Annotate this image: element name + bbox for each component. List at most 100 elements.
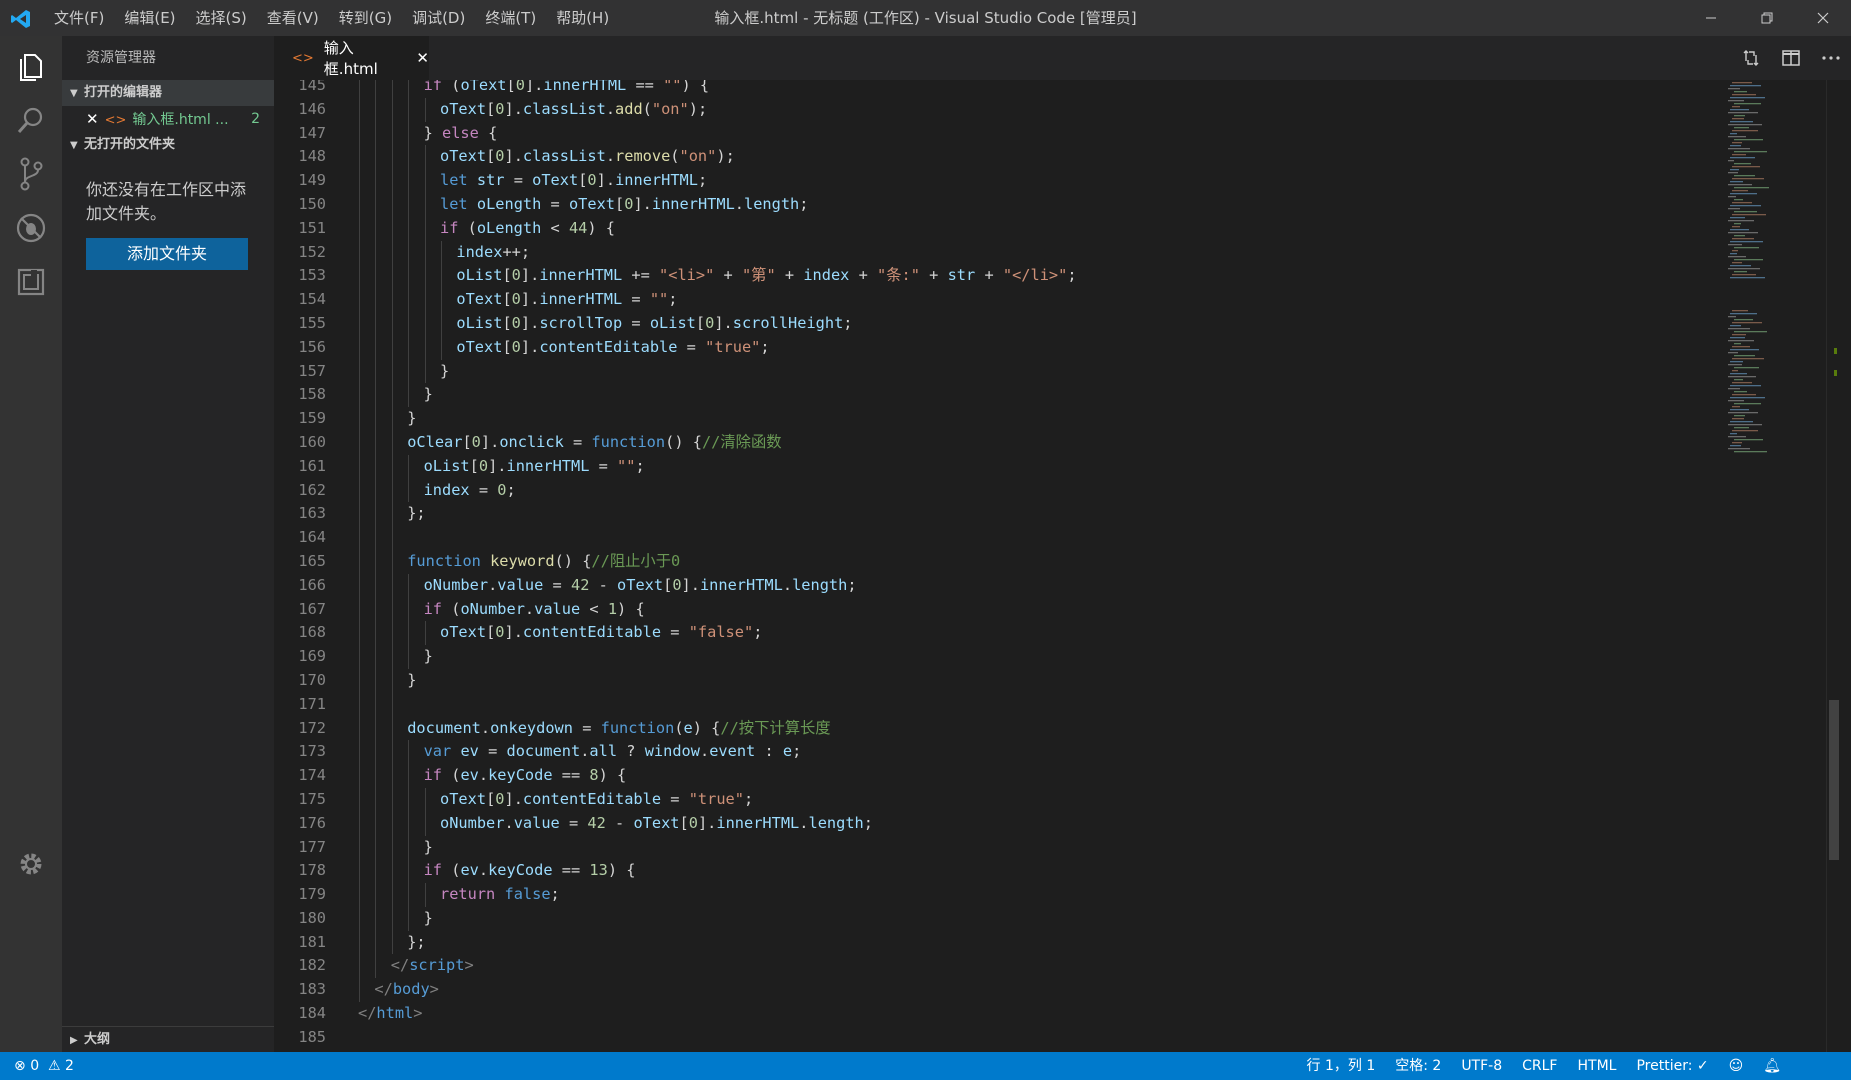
line-number: 147 bbox=[298, 123, 326, 142]
minimap-line bbox=[1734, 367, 1759, 369]
minimap-line bbox=[1730, 409, 1749, 411]
settings-gear-icon[interactable] bbox=[0, 834, 62, 894]
warning-icon: ⚠ bbox=[48, 1058, 61, 1074]
indent-guide bbox=[391, 478, 393, 503]
menu-debug[interactable]: 调试(D) bbox=[402, 0, 475, 36]
indent-guide bbox=[375, 692, 377, 717]
more-actions-icon[interactable] bbox=[1811, 36, 1851, 80]
indent-guide bbox=[391, 692, 393, 717]
chevron-right-icon: ▶ bbox=[70, 1035, 78, 1046]
tab-active-file[interactable]: <> 输入框.html ✕ bbox=[274, 36, 429, 80]
minimap-line bbox=[1730, 349, 1759, 351]
minimap-line bbox=[1728, 172, 1738, 174]
code-editor[interactable]: 145 if (oText[0].innerHTML == "") {146 oTe… bbox=[274, 80, 1851, 1052]
indentation[interactable]: 空格: 2 bbox=[1395, 1052, 1441, 1080]
indent-guide bbox=[424, 145, 426, 170]
indent-guide bbox=[375, 311, 377, 336]
minimap-line bbox=[1734, 175, 1755, 177]
open-editor-item[interactable]: ✕ <> 输入框.html ... 2 bbox=[62, 106, 274, 132]
indent-guide bbox=[375, 478, 377, 503]
scrollbar-thumb[interactable] bbox=[1829, 700, 1839, 860]
indent-guide bbox=[375, 526, 377, 550]
problem-count-badge: 2 bbox=[251, 111, 260, 127]
menu-terminal[interactable]: 终端(T) bbox=[475, 0, 546, 36]
minimap-line bbox=[1732, 130, 1758, 132]
code-line: 179 return false; bbox=[274, 883, 560, 907]
tab-label: 输入框.html bbox=[323, 39, 378, 78]
code-text: if (oLength < 44) { bbox=[440, 218, 616, 237]
minimap-line bbox=[1728, 256, 1746, 258]
minimize-button[interactable] bbox=[1683, 0, 1739, 36]
line-number: 172 bbox=[298, 718, 326, 737]
code-line: 174 if (ev.keyCode == 8) { bbox=[274, 764, 626, 788]
restore-button[interactable] bbox=[1739, 0, 1795, 36]
line-number: 180 bbox=[298, 908, 326, 927]
code-text: } else { bbox=[423, 123, 498, 142]
indent-guide bbox=[441, 311, 442, 336]
outline-label: 大纲 bbox=[84, 1032, 111, 1047]
indent-guide bbox=[359, 645, 360, 669]
encoding[interactable]: UTF-8 bbox=[1461, 1052, 1502, 1080]
line-ending[interactable]: CRLF bbox=[1522, 1052, 1557, 1080]
code-line: 175 oText[0].contentEditable = "true"; bbox=[274, 787, 753, 812]
code-text: function keyword() {//阻止小于0 bbox=[407, 551, 681, 570]
menu-help[interactable]: 帮助(H) bbox=[546, 0, 619, 36]
line-number: 145 bbox=[298, 80, 326, 94]
explorer-icon[interactable] bbox=[0, 36, 62, 96]
minimap-line bbox=[1730, 421, 1753, 423]
open-editors-header[interactable]: ▼ 打开的编辑器 bbox=[62, 80, 274, 106]
minimap-line bbox=[1730, 373, 1747, 375]
cursor-position[interactable]: 行 1，列 1 bbox=[1307, 1052, 1376, 1080]
close-tab-icon[interactable]: ✕ bbox=[416, 49, 429, 67]
close-window-button[interactable] bbox=[1795, 0, 1851, 36]
minimap-line bbox=[1734, 331, 1767, 333]
indent-guide bbox=[375, 121, 377, 146]
menu-view[interactable]: 查看(V) bbox=[257, 0, 329, 36]
minimap-line bbox=[1730, 193, 1757, 195]
minimap-line bbox=[1734, 235, 1745, 237]
indent-guide bbox=[424, 264, 426, 289]
minimap-line bbox=[1730, 121, 1753, 123]
minimap-line bbox=[1734, 223, 1741, 225]
menu-selection[interactable]: 选择(S) bbox=[186, 0, 257, 36]
feedback-smiley-icon[interactable]: ☺ bbox=[1729, 1052, 1744, 1080]
close-icon[interactable]: ✕ bbox=[86, 110, 99, 128]
code-line: 185 bbox=[274, 1026, 326, 1050]
indent-guide bbox=[391, 169, 393, 193]
extensions-icon[interactable] bbox=[0, 252, 62, 312]
menu-edit[interactable]: 编辑(E) bbox=[114, 0, 185, 36]
empty-workspace-message: 你还没有在工作区中添加文件夹。 bbox=[86, 180, 247, 223]
line-number: 177 bbox=[298, 837, 326, 856]
status-bar: ⊗ 0 ⚠ 2 行 1，列 1 空格: 2 UTF-8 CRLF HTML Pr… bbox=[0, 1052, 1851, 1080]
indent-guide bbox=[359, 692, 360, 717]
prettier-status[interactable]: Prettier: ✓ bbox=[1636, 1052, 1708, 1080]
add-folder-button[interactable]: 添加文件夹 bbox=[86, 238, 248, 270]
compare-changes-icon[interactable] bbox=[1731, 36, 1771, 80]
minimap-line bbox=[1728, 376, 1756, 378]
vertical-scrollbar[interactable] bbox=[1826, 80, 1841, 1052]
minimap-line bbox=[1734, 259, 1763, 261]
code-line: 156 oText[0].contentEditable = "true"; bbox=[274, 335, 770, 360]
language-mode[interactable]: HTML bbox=[1577, 1052, 1616, 1080]
menu-go[interactable]: 转到(G) bbox=[329, 0, 402, 36]
indent-guide bbox=[408, 906, 410, 931]
indent-guide bbox=[359, 454, 360, 479]
indent-guide bbox=[408, 359, 410, 384]
indent-guide bbox=[375, 740, 377, 765]
menu-file[interactable]: 文件(F) bbox=[44, 0, 114, 36]
minimap-line bbox=[1728, 208, 1740, 210]
menu-bar: 文件(F) 编辑(E) 选择(S) 查看(V) 转到(G) 调试(D) 终端(T… bbox=[44, 0, 619, 36]
minimap[interactable] bbox=[1726, 80, 1811, 460]
source-control-icon[interactable] bbox=[0, 144, 62, 204]
problems-indicator[interactable]: ⊗ 0 ⚠ 2 bbox=[14, 1052, 74, 1080]
debug-icon[interactable] bbox=[0, 198, 62, 258]
minimap-line bbox=[1732, 382, 1752, 384]
search-icon[interactable] bbox=[0, 90, 62, 150]
minimap-line bbox=[1732, 322, 1762, 324]
split-editor-icon[interactable] bbox=[1771, 36, 1811, 80]
minimap-line bbox=[1734, 343, 1741, 345]
outline-section-header[interactable]: ▶ 大纲 bbox=[62, 1026, 274, 1052]
notifications-bell-icon[interactable]: 🔔︎ bbox=[1763, 1052, 1781, 1080]
indent-guide bbox=[408, 169, 410, 193]
no-folder-header[interactable]: ▼ 无打开的文件夹 bbox=[62, 132, 274, 158]
